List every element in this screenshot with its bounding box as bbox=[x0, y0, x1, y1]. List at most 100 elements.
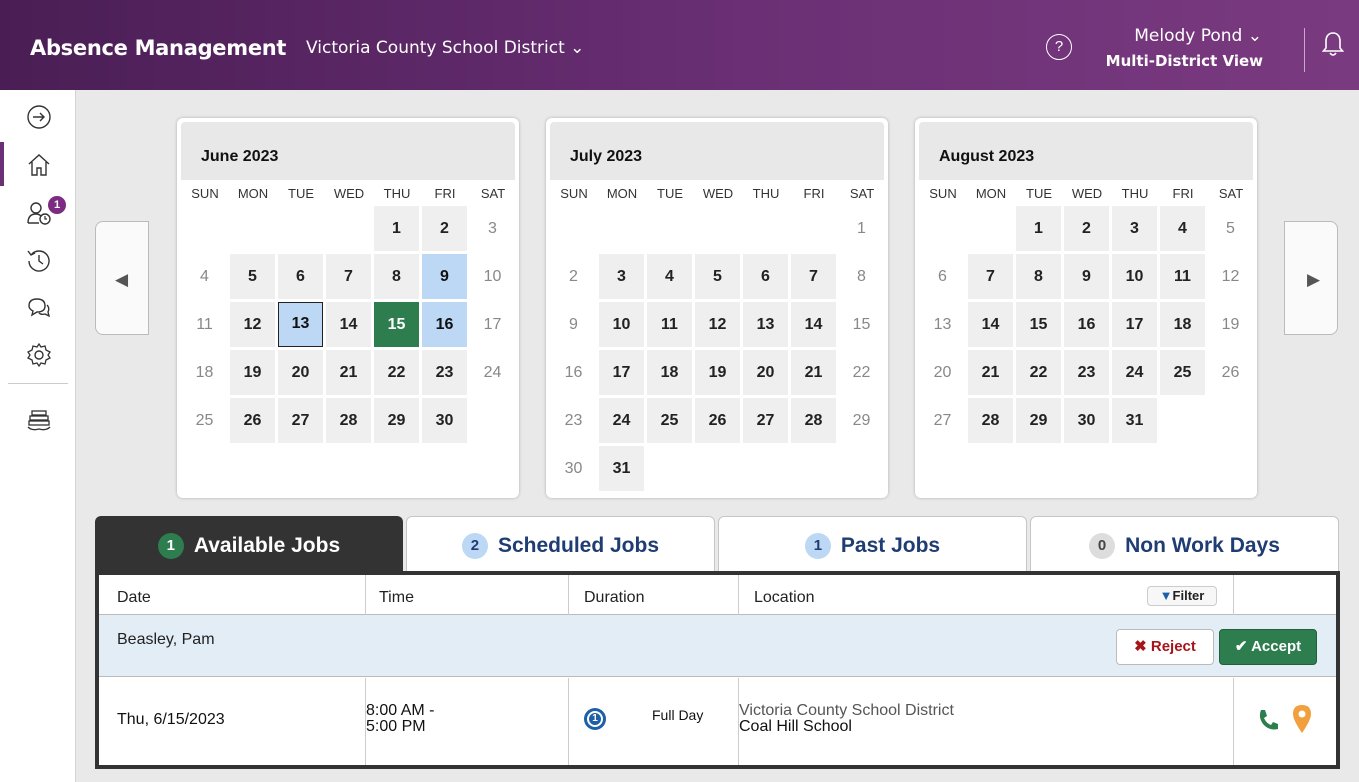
calendar-day[interactable]: 16 bbox=[551, 350, 596, 395]
calendar-day[interactable]: 26 bbox=[695, 398, 740, 443]
calendar-day[interactable]: 1 bbox=[839, 206, 884, 251]
calendar-day[interactable]: 14 bbox=[968, 302, 1013, 347]
calendar-day[interactable]: 2 bbox=[422, 206, 467, 251]
calendar-day[interactable]: 4 bbox=[182, 254, 227, 299]
calendar-day[interactable]: 22 bbox=[374, 350, 419, 395]
calendar-day[interactable]: 21 bbox=[791, 350, 836, 395]
calendar-day[interactable]: 11 bbox=[182, 302, 227, 347]
calendar-day[interactable]: 7 bbox=[326, 254, 371, 299]
calendar-day[interactable]: 21 bbox=[968, 350, 1013, 395]
calendar-day[interactable]: 25 bbox=[182, 398, 227, 443]
calendar-day[interactable]: 3 bbox=[1112, 206, 1157, 251]
phone-icon[interactable] bbox=[1257, 708, 1279, 732]
calendar-day[interactable]: 1 bbox=[374, 206, 419, 251]
calendar-day[interactable]: 10 bbox=[1112, 254, 1157, 299]
calendar-day[interactable]: 10 bbox=[470, 254, 515, 299]
expand-arrow-icon[interactable] bbox=[26, 104, 52, 130]
calendar-day[interactable]: 23 bbox=[551, 398, 596, 443]
calendar-day[interactable]: 9 bbox=[1064, 254, 1109, 299]
calendar-day[interactable]: 22 bbox=[839, 350, 884, 395]
calendar-day[interactable]: 7 bbox=[791, 254, 836, 299]
filter-button[interactable]: ▼Filter bbox=[1147, 586, 1217, 606]
reject-button[interactable]: ✖ Reject bbox=[1116, 629, 1214, 665]
calendar-day[interactable]: 23 bbox=[422, 350, 467, 395]
calendar-day[interactable]: 21 bbox=[326, 350, 371, 395]
calendar-day[interactable]: 8 bbox=[839, 254, 884, 299]
calendar-day[interactable]: 18 bbox=[182, 350, 227, 395]
calendar-day[interactable]: 3 bbox=[599, 254, 644, 299]
calendar-day[interactable]: 16 bbox=[422, 302, 467, 347]
messages-icon[interactable] bbox=[26, 295, 52, 321]
calendar-day[interactable]: 11 bbox=[647, 302, 692, 347]
calendar-day[interactable]: 17 bbox=[1112, 302, 1157, 347]
calendar-day[interactable]: 26 bbox=[230, 398, 275, 443]
calendar-day[interactable]: 30 bbox=[422, 398, 467, 443]
accept-button[interactable]: ✔ Accept bbox=[1219, 629, 1317, 665]
calendar-day[interactable]: 12 bbox=[230, 302, 275, 347]
calendar-day[interactable]: 28 bbox=[326, 398, 371, 443]
settings-icon[interactable] bbox=[26, 342, 52, 368]
calendar-day[interactable]: 9 bbox=[551, 302, 596, 347]
district-selector[interactable]: Victoria County School District ⌄ bbox=[306, 38, 584, 58]
calendar-day[interactable]: 25 bbox=[647, 398, 692, 443]
calendar-day[interactable]: 18 bbox=[647, 350, 692, 395]
calendar-day[interactable]: 31 bbox=[599, 446, 644, 491]
column-header-time[interactable]: Time bbox=[379, 589, 414, 607]
calendar-day[interactable]: 24 bbox=[470, 350, 515, 395]
calendar-day[interactable]: 15 bbox=[374, 302, 419, 347]
column-header-date[interactable]: Date bbox=[117, 589, 151, 607]
tab-non-work-days[interactable]: 0 Non Work Days bbox=[1030, 516, 1339, 572]
calendar-day[interactable]: 28 bbox=[968, 398, 1013, 443]
prev-month-button[interactable]: ◀ bbox=[95, 221, 149, 335]
calendar-day[interactable]: 17 bbox=[599, 350, 644, 395]
calendar-day[interactable]: 19 bbox=[1208, 302, 1253, 347]
calendar-day[interactable]: 3 bbox=[470, 206, 515, 251]
calendar-day[interactable]: 6 bbox=[920, 254, 965, 299]
calendar-day[interactable]: 12 bbox=[1208, 254, 1253, 299]
calendar-day[interactable]: 27 bbox=[920, 398, 965, 443]
history-icon[interactable] bbox=[26, 247, 52, 273]
calendar-day[interactable]: 29 bbox=[374, 398, 419, 443]
calendar-day[interactable]: 16 bbox=[1064, 302, 1109, 347]
table-row[interactable]: Thu, 6/15/2023 8:00 AM - 5:00 PM 1 Full … bbox=[99, 678, 1336, 765]
column-header-duration[interactable]: Duration bbox=[584, 589, 644, 607]
calendar-day[interactable]: 27 bbox=[278, 398, 323, 443]
calendar-day[interactable]: 25 bbox=[1160, 350, 1205, 395]
calendar-day[interactable]: 20 bbox=[920, 350, 965, 395]
calendar-day[interactable]: 9 bbox=[422, 254, 467, 299]
calendar-day[interactable]: 5 bbox=[230, 254, 275, 299]
calendar-day[interactable]: 30 bbox=[1064, 398, 1109, 443]
calendar-day[interactable]: 24 bbox=[599, 398, 644, 443]
stack-icon[interactable] bbox=[26, 408, 52, 434]
calendar-day[interactable]: 13 bbox=[920, 302, 965, 347]
calendar-day[interactable]: 7 bbox=[968, 254, 1013, 299]
calendar-day[interactable]: 6 bbox=[743, 254, 788, 299]
calendar-day[interactable]: 13 bbox=[278, 302, 323, 347]
calendar-day[interactable]: 23 bbox=[1064, 350, 1109, 395]
column-header-location[interactable]: Location bbox=[754, 589, 815, 607]
calendar-day[interactable]: 17 bbox=[470, 302, 515, 347]
calendar-day[interactable]: 27 bbox=[743, 398, 788, 443]
calendar-day[interactable]: 11 bbox=[1160, 254, 1205, 299]
calendar-day[interactable]: 18 bbox=[1160, 302, 1205, 347]
calendar-day[interactable]: 2 bbox=[1064, 206, 1109, 251]
tab-scheduled-jobs[interactable]: 2 Scheduled Jobs bbox=[406, 516, 715, 572]
map-pin-icon[interactable] bbox=[1292, 704, 1312, 734]
calendar-day[interactable]: 13 bbox=[743, 302, 788, 347]
calendar-day[interactable]: 4 bbox=[1160, 206, 1205, 251]
calendar-day[interactable]: 19 bbox=[695, 350, 740, 395]
user-menu[interactable]: Melody Pond ⌄ bbox=[1134, 26, 1262, 46]
calendar-day[interactable]: 31 bbox=[1112, 398, 1157, 443]
calendar-day[interactable]: 29 bbox=[1016, 398, 1061, 443]
calendar-day[interactable]: 8 bbox=[1016, 254, 1061, 299]
calendar-day[interactable]: 8 bbox=[374, 254, 419, 299]
calendar-day[interactable]: 22 bbox=[1016, 350, 1061, 395]
calendar-day[interactable]: 14 bbox=[326, 302, 371, 347]
tab-available-jobs[interactable]: 1 Available Jobs bbox=[95, 516, 403, 572]
calendar-day[interactable]: 15 bbox=[1016, 302, 1061, 347]
calendar-day[interactable]: 1 bbox=[1016, 206, 1061, 251]
calendar-day[interactable]: 5 bbox=[695, 254, 740, 299]
calendar-day[interactable]: 28 bbox=[791, 398, 836, 443]
app-title[interactable]: Absence Management bbox=[30, 36, 286, 60]
calendar-day[interactable]: 6 bbox=[278, 254, 323, 299]
